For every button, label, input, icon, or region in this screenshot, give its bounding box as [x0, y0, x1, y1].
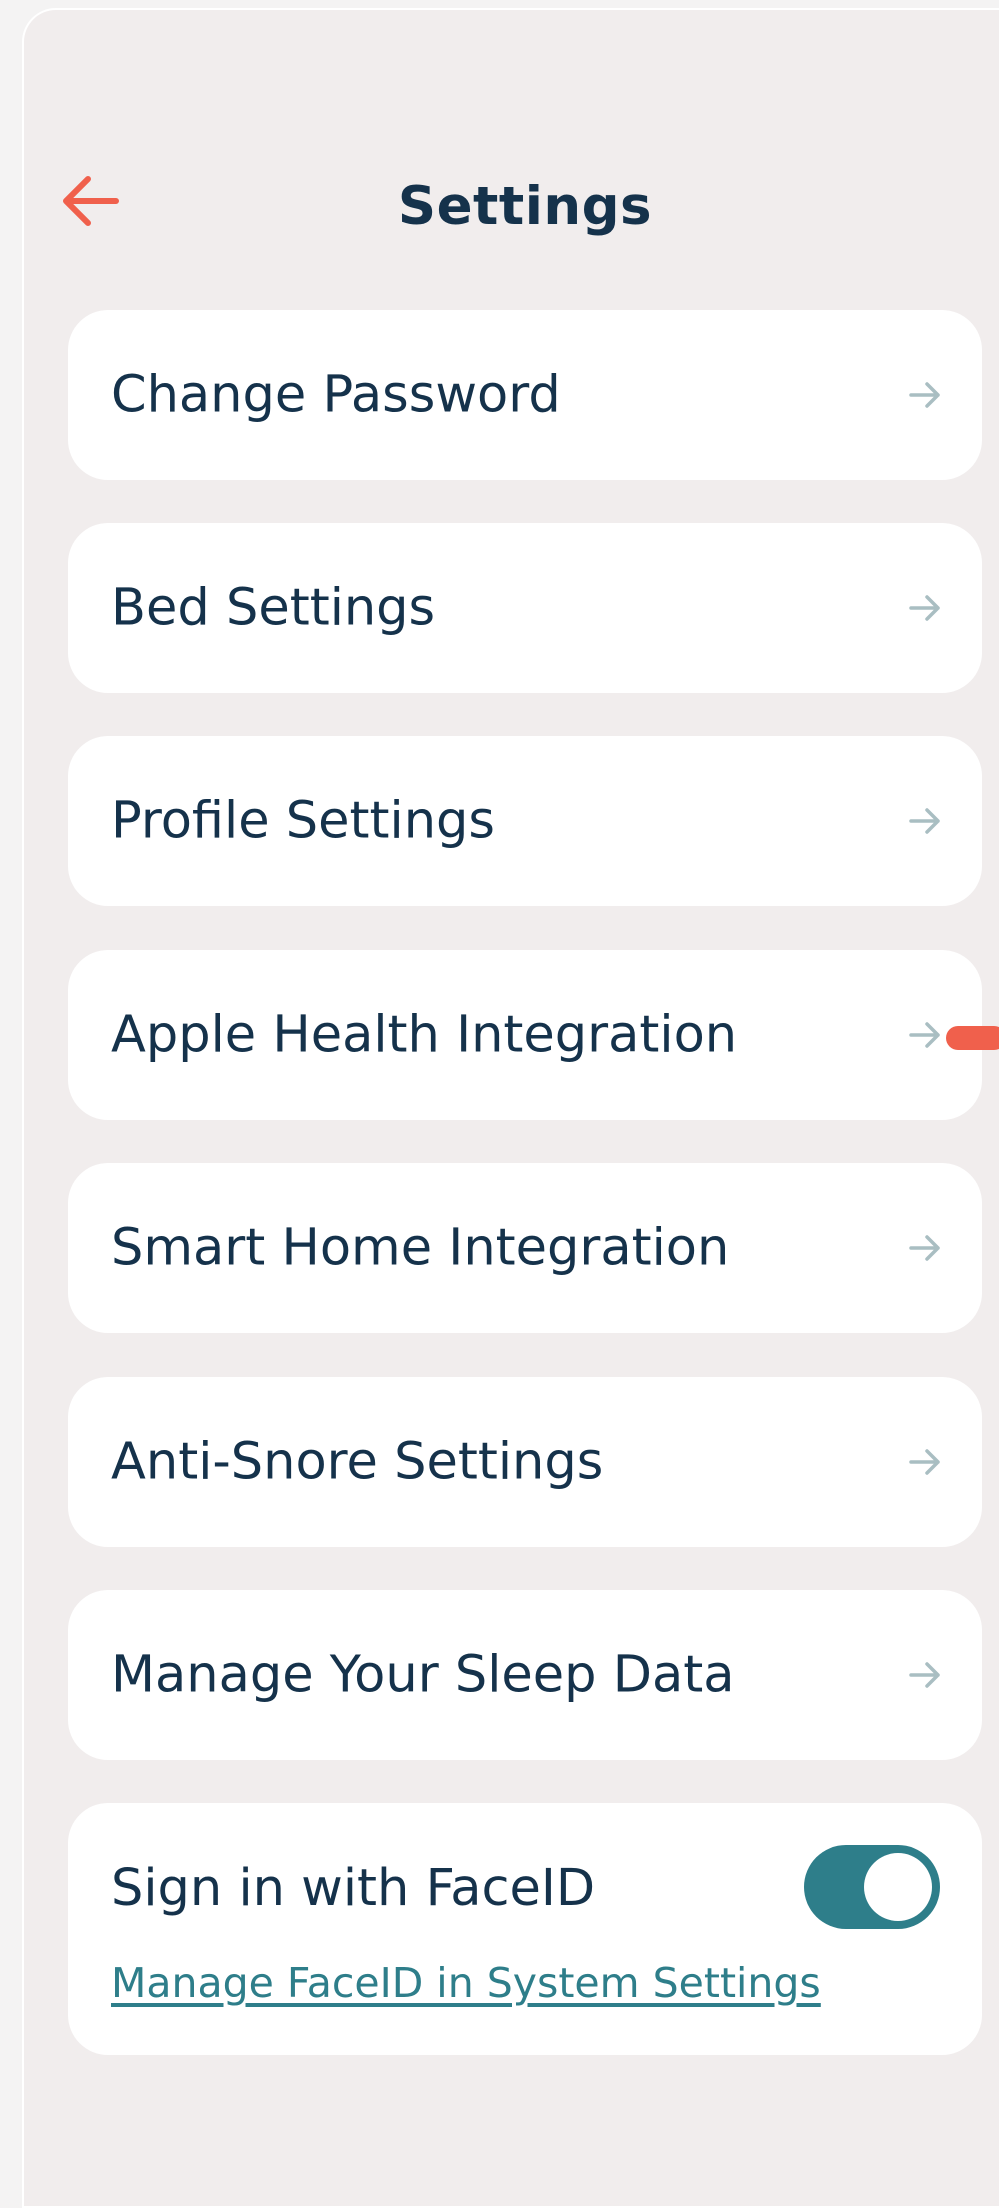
faceid-toggle[interactable] — [804, 1845, 940, 1929]
arrow-right-icon — [909, 382, 940, 408]
menu-item-bed-settings[interactable]: Bed Settings — [68, 523, 982, 693]
menu-item-label: Change Password — [111, 365, 561, 425]
faceid-label: Sign in with FaceID — [111, 1859, 596, 1918]
faceid-card: Sign in with FaceID Manage FaceID in Sys… — [68, 1803, 982, 2055]
toggle-knob — [864, 1853, 932, 1921]
menu-item-manage-sleep-data[interactable]: Manage Your Sleep Data — [68, 1590, 982, 1760]
menu-item-label: Profile Settings — [111, 791, 495, 851]
manage-faceid-link[interactable]: Manage FaceID in System Settings — [111, 1959, 821, 2007]
menu-item-label: Smart Home Integration — [111, 1218, 730, 1278]
arrow-right-icon — [909, 1449, 940, 1475]
arrow-right-icon — [909, 1662, 940, 1688]
menu-item-change-password[interactable]: Change Password — [68, 310, 982, 480]
menu-item-label: Apple Health Integration — [111, 1005, 738, 1065]
menu-item-label: Anti-Snore Settings — [111, 1432, 604, 1492]
arrow-right-icon — [909, 1022, 940, 1048]
menu-item-anti-snore-settings[interactable]: Anti-Snore Settings — [68, 1377, 982, 1547]
page-title: Settings — [397, 176, 653, 237]
menu-item-apple-health-integration[interactable]: Apple Health Integration — [68, 950, 982, 1120]
arrow-right-icon — [909, 595, 940, 621]
arrow-right-icon — [909, 1235, 940, 1261]
menu-item-smart-home-integration[interactable]: Smart Home Integration — [68, 1163, 982, 1333]
menu-item-label: Bed Settings — [111, 578, 436, 638]
menu-item-profile-settings[interactable]: Profile Settings — [68, 736, 982, 906]
arrow-right-icon — [909, 808, 940, 834]
menu-item-label: Manage Your Sleep Data — [111, 1645, 735, 1705]
scroll-indicator — [946, 1026, 999, 1050]
